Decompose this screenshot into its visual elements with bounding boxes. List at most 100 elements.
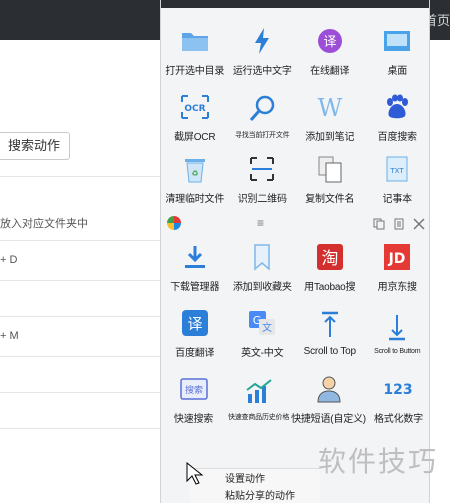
price-chart-icon bbox=[244, 376, 274, 406]
action-label: 百度搜索 bbox=[377, 131, 417, 143]
folder-icon bbox=[180, 26, 210, 56]
quick-search-icon: 搜索 bbox=[179, 374, 209, 404]
action-row-4: 下载管理器 添加到收藏夹 淘 用Taobao搜 JD 用京东搜 bbox=[161, 234, 430, 300]
action-label: 快速搜索 bbox=[173, 413, 214, 425]
quicker-logo-icon[interactable] bbox=[167, 216, 181, 230]
action-open-selected-dir[interactable]: 打开选中目录 bbox=[161, 18, 229, 84]
watermark-text: 软件技巧 bbox=[318, 445, 439, 478]
bookmark-icon bbox=[247, 242, 277, 272]
divider bbox=[0, 176, 170, 177]
svg-text:♻: ♻ bbox=[191, 169, 198, 178]
translate-icon: 译 bbox=[315, 26, 345, 56]
action-row-2: OCR 截屏OCR 寻找当前打开文件 W 添加到笔记 百度搜索 bbox=[161, 84, 430, 150]
row-text: + D bbox=[0, 254, 18, 266]
action-label: 桌面 bbox=[387, 65, 408, 77]
ocr-icon: OCR bbox=[180, 92, 210, 122]
notepad-icon: TXT bbox=[382, 154, 412, 184]
panel-context-menu: 设置动作 粘贴分享的动作 bbox=[190, 468, 320, 503]
divider bbox=[0, 428, 170, 429]
action-clean-temp-files[interactable]: ♻ 清理临时文件 bbox=[161, 146, 229, 212]
action-label: 下载管理器 bbox=[170, 281, 220, 293]
action-online-translate[interactable]: 译 在线翻译 bbox=[296, 18, 364, 84]
menu-item-settings-action[interactable]: 设置动作 bbox=[190, 469, 320, 486]
scroll-bottom-icon bbox=[382, 312, 412, 342]
panel-title-strip bbox=[161, 0, 429, 8]
svg-text:淘: 淘 bbox=[321, 249, 338, 269]
action-find-open-file[interactable]: 寻找当前打开文件 bbox=[229, 84, 297, 150]
action-label: 百度翻译 bbox=[175, 347, 215, 359]
svg-text:译: 译 bbox=[323, 35, 336, 50]
panel-toolbar: ≡ bbox=[161, 212, 429, 234]
svg-text:123: 123 bbox=[384, 382, 412, 398]
divider bbox=[0, 356, 170, 357]
action-screenshot-ocr[interactable]: OCR 截屏OCR bbox=[161, 84, 229, 150]
svg-text:JD: JD bbox=[388, 251, 406, 267]
action-row-1: 打开选中目录 运行选中文字 译 在线翻译 桌面 bbox=[161, 18, 430, 84]
action-baidu-translate[interactable]: 译 百度翻译 bbox=[161, 300, 229, 366]
divider bbox=[0, 392, 170, 393]
action-taobao-search[interactable]: 淘 用Taobao搜 bbox=[296, 234, 364, 300]
download-icon bbox=[180, 242, 210, 272]
action-scan-qr[interactable]: 识别二维码 bbox=[229, 146, 297, 212]
action-row-3: ♻ 清理临时文件 识别二维码 复制文件名 TXT 记事本 bbox=[161, 146, 430, 212]
action-label: 快捷短语(自定义) bbox=[291, 413, 366, 425]
action-price-history[interactable]: 快速查商品历史价格 bbox=[226, 366, 291, 432]
copy-icon[interactable] bbox=[373, 217, 385, 230]
action-label: Scroll to Buttom bbox=[374, 347, 421, 355]
recycle-bin-icon: ♻ bbox=[180, 154, 210, 184]
svg-text:OCR: OCR bbox=[184, 104, 205, 114]
action-label: 用Taobao搜 bbox=[304, 281, 356, 293]
action-en-to-zh[interactable]: G文 英文-中文 bbox=[229, 300, 297, 366]
action-jd-search[interactable]: JD 用京东搜 bbox=[364, 234, 430, 300]
svg-text:TXT: TXT bbox=[390, 167, 405, 175]
row-text: + M bbox=[0, 330, 19, 342]
action-baidu-search[interactable]: 百度搜索 bbox=[364, 84, 430, 150]
search-actions-button[interactable]: 搜索动作 bbox=[0, 132, 70, 160]
action-label: 在线翻译 bbox=[310, 65, 350, 77]
baidu-translate-icon: 译 bbox=[180, 308, 210, 338]
action-add-to-note[interactable]: W 添加到笔记 bbox=[296, 84, 364, 150]
action-quick-phrase[interactable]: 快捷短语(自定义) bbox=[291, 366, 366, 432]
action-label: 寻找当前打开文件 bbox=[235, 132, 290, 139]
svg-text:译: 译 bbox=[187, 315, 202, 333]
quicker-action-panel: 打开选中目录 运行选中文字 译 在线翻译 桌面 OCR 截屏OCR 寻找当前打开… bbox=[160, 0, 430, 503]
magnifier-icon bbox=[247, 94, 277, 124]
action-label: 快速查商品历史价格 bbox=[227, 414, 290, 421]
action-label: 添加到收藏夹 bbox=[232, 281, 292, 293]
jd-icon: JD bbox=[382, 242, 412, 272]
mouse-cursor-icon bbox=[186, 462, 204, 485]
google-translate-icon: G文 bbox=[247, 308, 277, 338]
taobao-icon: 淘 bbox=[315, 242, 345, 272]
menu-item-paste-shared-action[interactable]: 粘贴分享的动作 bbox=[190, 486, 320, 503]
action-row-5: 译 百度翻译 G文 英文-中文 Scroll to Top Scroll to … bbox=[161, 300, 430, 366]
clipboard-icon[interactable] bbox=[393, 217, 405, 230]
scroll-top-icon bbox=[315, 310, 345, 340]
menu-icon[interactable]: ≡ bbox=[257, 216, 264, 230]
action-notepad[interactable]: TXT 记事本 bbox=[364, 146, 430, 212]
number-123-icon: 123 bbox=[383, 374, 413, 404]
tools-icon[interactable] bbox=[413, 217, 425, 230]
action-label: 截屏OCR bbox=[174, 131, 216, 143]
action-label: 运行选中文字 bbox=[232, 65, 292, 77]
action-scroll-to-top[interactable]: Scroll to Top bbox=[296, 300, 364, 366]
action-label: 复制文件名 bbox=[305, 193, 355, 205]
svg-text:文: 文 bbox=[262, 321, 272, 334]
action-download-manager[interactable]: 下载管理器 bbox=[161, 234, 229, 300]
action-label: 格式化数字 bbox=[373, 413, 423, 425]
action-quick-search[interactable]: 搜索 快速搜索 bbox=[161, 366, 226, 432]
person-phrase-icon bbox=[314, 374, 344, 404]
lightning-icon bbox=[247, 26, 277, 56]
action-format-number[interactable]: 123 格式化数字 bbox=[366, 366, 429, 432]
svg-text:W: W bbox=[317, 94, 342, 121]
copy-file-icon bbox=[315, 154, 345, 184]
action-scroll-to-bottom[interactable]: Scroll to Buttom bbox=[364, 300, 430, 366]
action-row-6: 搜索 快速搜索 快速查商品历史价格 快捷短语(自定义) 123 格式化数字 bbox=[161, 366, 429, 432]
svg-text:搜索: 搜索 bbox=[185, 384, 203, 396]
row-text: 放入对应文件夹中 bbox=[0, 218, 88, 230]
action-copy-filename[interactable]: 复制文件名 bbox=[296, 146, 364, 212]
action-label: 英文-中文 bbox=[241, 347, 284, 359]
action-desktop[interactable]: 桌面 bbox=[364, 18, 430, 84]
desktop-icon bbox=[382, 26, 412, 56]
action-add-to-favorites[interactable]: 添加到收藏夹 bbox=[229, 234, 297, 300]
action-run-selected-text[interactable]: 运行选中文字 bbox=[229, 18, 297, 84]
